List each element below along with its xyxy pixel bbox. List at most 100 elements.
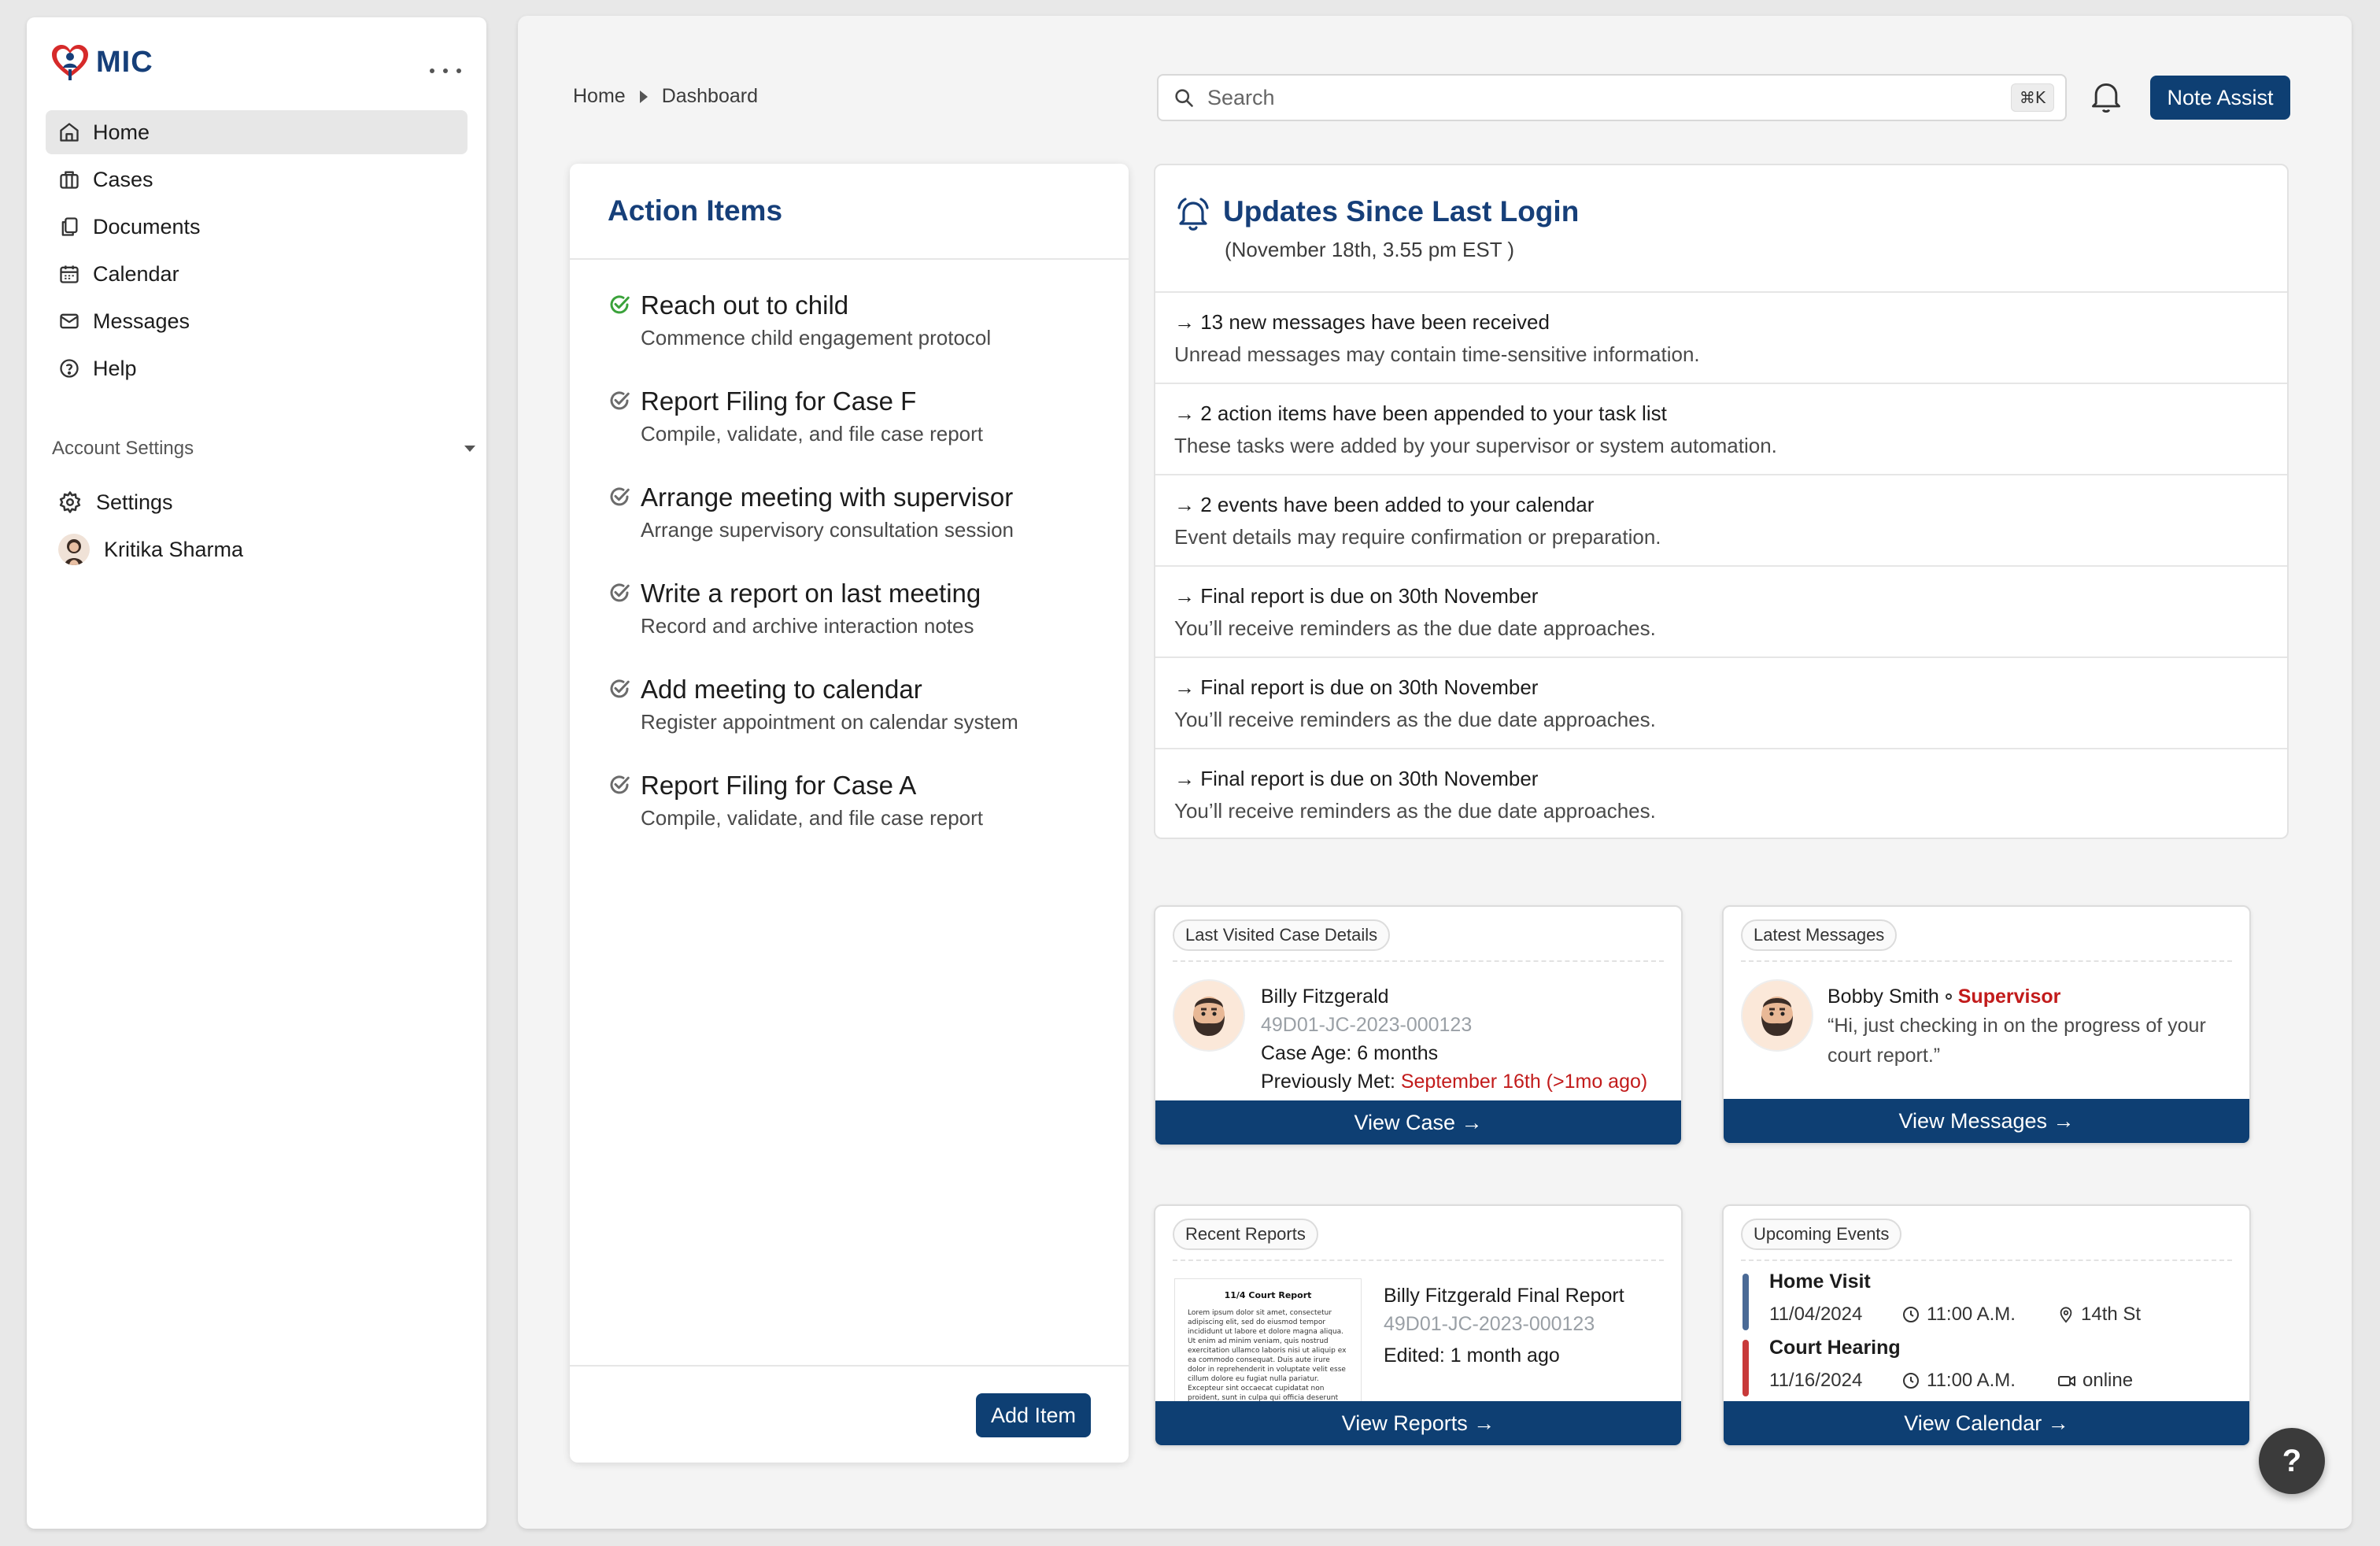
divider: [1173, 1259, 1664, 1261]
card-tag: Latest Messages: [1741, 919, 1898, 951]
update-subtitle: Unread messages may contain time-sensiti…: [1174, 342, 1700, 366]
event-time: 11:00 A.M.: [1927, 1370, 2016, 1391]
action-item[interactable]: Report Filing for Case F Compile, valida…: [608, 386, 1129, 482]
event-title: Home Visit: [1769, 1270, 1871, 1293]
calendar-icon: [58, 263, 80, 285]
update-row[interactable]: → Final report is due on 30th November Y…: [1155, 567, 2287, 658]
update-subtitle: Event details may require confirmation o…: [1174, 525, 1661, 549]
event-color-bar: [1743, 1274, 1749, 1330]
event-item[interactable]: Home Visit 11/04/2024 11:00 A.M. 14th St: [1743, 1270, 2230, 1337]
main-panel: Home Dashboard ⌘K Note Assist Action Ite…: [518, 16, 2352, 1529]
action-item-subtitle: Compile, validate, and file case report: [641, 422, 984, 446]
update-title: → 2 events have been added to your calen…: [1174, 493, 1595, 516]
nav-label: Calendar: [93, 261, 179, 286]
action-item[interactable]: Report Filing for Case A Compile, valida…: [608, 770, 1129, 866]
report-thumbnail[interactable]: 11/4 Court Report Lorem ipsum dolor sit …: [1174, 1278, 1362, 1404]
card-tag: Last Visited Case Details: [1173, 919, 1391, 951]
main-nav: Home Cases Documents Calendar Messages H…: [46, 110, 468, 394]
brand[interactable]: MIC: [49, 41, 153, 83]
last-visited-case-card: Last Visited Case Details Billy Fitzgera…: [1154, 905, 1683, 1146]
settings-link[interactable]: Settings: [49, 479, 471, 526]
nav-label: Cases: [93, 167, 153, 191]
case-age: Case Age: 6 months: [1261, 1042, 1439, 1064]
event-place: 14th St: [2081, 1304, 2142, 1325]
event-time: 11:00 A.M.: [1927, 1304, 2016, 1325]
clock-icon: [1901, 1371, 1920, 1390]
update-row[interactable]: → 13 new messages have been received Unr…: [1155, 293, 2287, 384]
view-calendar-button[interactable]: View Calendar →: [1724, 1401, 2249, 1445]
bell-icon: [2089, 79, 2123, 115]
update-subtitle: These tasks were added by your superviso…: [1174, 434, 1777, 457]
nav-item-documents[interactable]: Documents: [46, 205, 468, 249]
breadcrumb-home[interactable]: Home: [573, 85, 626, 108]
report-details: Billy Fitzgerald Final Report 49D01-JC-2…: [1384, 1282, 1624, 1370]
update-title: → 2 action items have been appended to y…: [1174, 401, 1667, 425]
breadcrumb-dashboard[interactable]: Dashboard: [662, 85, 758, 108]
check-circle-done-icon[interactable]: [608, 293, 631, 386]
action-items-card: Action Items Reach out to child Commence…: [570, 164, 1129, 1463]
view-messages-button[interactable]: View Messages →: [1724, 1099, 2249, 1143]
settings-label: Settings: [96, 490, 173, 514]
action-item[interactable]: Write a report on last meeting Record an…: [608, 578, 1129, 674]
help-fab-button[interactable]: ?: [2259, 1428, 2325, 1494]
notifications-button[interactable]: [2089, 79, 2123, 115]
updates-title: Updates Since Last Login: [1223, 195, 1580, 227]
update-row[interactable]: → Final report is due on 30th November Y…: [1155, 658, 2287, 749]
update-subtitle: You’ll receive reminders as the due date…: [1174, 799, 1656, 823]
action-item-subtitle: Compile, validate, and file case report: [641, 806, 984, 830]
update-title: → 13 new messages have been received: [1174, 310, 1550, 334]
account-settings-toggle[interactable]: Account Settings: [52, 438, 477, 460]
message-preview[interactable]: Bobby Smith Supervisor “Hi, just checkin…: [1828, 982, 2237, 1071]
report-title[interactable]: Billy Fitzgerald Final Report: [1384, 1282, 1624, 1310]
update-row[interactable]: → 2 events have been added to your calen…: [1155, 475, 2287, 567]
action-item[interactable]: Add meeting to calendar Register appoint…: [608, 674, 1129, 770]
nav-item-cases[interactable]: Cases: [46, 157, 468, 202]
check-circle-icon[interactable]: [608, 485, 631, 578]
dot-icon: [443, 68, 448, 73]
user-profile-link[interactable]: Kritika Sharma: [49, 526, 471, 573]
update-row[interactable]: → Final report is due on 30th November Y…: [1155, 749, 2287, 841]
section-title: Account Settings: [52, 438, 194, 459]
event-time-group: 11:00 A.M.: [1901, 1370, 2057, 1392]
check-circle-icon[interactable]: [608, 677, 631, 770]
check-circle-icon[interactable]: [608, 581, 631, 674]
update-subtitle: You’ll receive reminders as the due date…: [1174, 616, 1656, 640]
nav-item-calendar[interactable]: Calendar: [46, 252, 468, 296]
view-reports-button[interactable]: View Reports →: [1155, 1401, 1681, 1445]
action-item-title: Arrange meeting with supervisor: [641, 483, 1014, 512]
event-title: Court Hearing: [1769, 1337, 1901, 1359]
check-circle-icon[interactable]: [608, 389, 631, 482]
nav-label: Help: [93, 356, 137, 380]
report-edited: Edited: 1 month ago: [1384, 1344, 1560, 1367]
nav-item-messages[interactable]: Messages: [46, 299, 468, 343]
brand-name: MIC: [96, 45, 153, 79]
location-pin-icon: [2057, 1305, 2075, 1324]
search-input[interactable]: [1207, 85, 1998, 110]
dot-icon: [456, 68, 461, 73]
update-subtitle: You’ll receive reminders as the due date…: [1174, 708, 1656, 731]
event-place: online: [2082, 1370, 2134, 1391]
nav-item-help[interactable]: Help: [46, 346, 468, 390]
action-item[interactable]: Reach out to child Commence child engage…: [608, 290, 1129, 386]
action-item[interactable]: Arrange meeting with supervisor Arrange …: [608, 482, 1129, 578]
update-row[interactable]: → 2 action items have been appended to y…: [1155, 384, 2287, 475]
action-item-subtitle: Commence child engagement protocol: [641, 326, 992, 350]
event-item[interactable]: Court Hearing 11/16/2024 11:00 A.M. onli…: [1743, 1337, 2230, 1403]
chevron-right-icon: [639, 90, 648, 103]
add-item-button[interactable]: Add Item: [976, 1393, 1091, 1437]
view-case-button[interactable]: View Case →: [1155, 1100, 1681, 1145]
event-time-group: 11:00 A.M.: [1901, 1304, 2057, 1326]
latest-messages-card: Latest Messages Bobby Smith Supervisor “…: [1722, 905, 2251, 1145]
previously-met-label: Previously Met:: [1261, 1071, 1395, 1093]
nav-item-home[interactable]: Home: [46, 110, 468, 154]
note-assist-button[interactable]: Note Assist: [2150, 76, 2290, 120]
previously-met: Previously Met: September 16th (>1mo ago…: [1261, 1067, 1647, 1096]
more-options-button[interactable]: [430, 61, 461, 80]
check-circle-icon[interactable]: [608, 773, 631, 866]
shortcut-hint: ⌘K: [2010, 83, 2054, 112]
breadcrumb: Home Dashboard: [573, 85, 758, 108]
card-tag: Upcoming Events: [1741, 1219, 1902, 1250]
recent-reports-card: Recent Reports 11/4 Court Report Lorem i…: [1154, 1204, 1683, 1447]
message-sender-row: Bobby Smith Supervisor: [1828, 982, 2237, 1011]
event-meta: 11/16/2024 11:00 A.M. online: [1769, 1370, 2133, 1392]
